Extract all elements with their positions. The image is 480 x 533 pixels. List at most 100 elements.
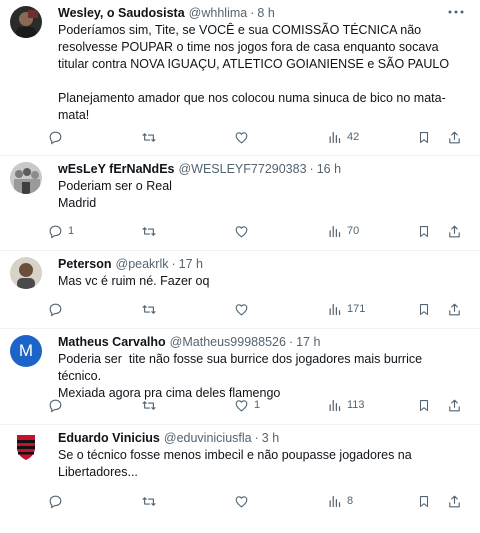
reply-icon (49, 303, 62, 316)
author-name[interactable]: Wesley, o Saudosista (58, 4, 185, 22)
author-handle[interactable]: @whhlima (189, 4, 248, 22)
avatar[interactable] (10, 257, 42, 289)
reply-icon (49, 495, 62, 508)
author-name[interactable]: Matheus Carvalho (58, 333, 166, 351)
analytics-icon (329, 131, 341, 143)
reply-count: 1 (68, 225, 75, 237)
author-name[interactable]: wEsLeY fErNaNdEs (58, 160, 174, 178)
bookmark-button[interactable] (417, 390, 447, 420)
share-icon (449, 399, 460, 411)
avatar-letter: M (18, 341, 34, 360)
tweet[interactable]: M Matheus Carvalho @Matheus99988526 · 17… (0, 329, 480, 425)
author-handle[interactable]: @peakrlk (116, 255, 169, 273)
separator-dot: · (288, 335, 294, 349)
like-button[interactable]: 1 (234, 390, 327, 420)
views-button[interactable]: 171 (327, 294, 417, 324)
heart-icon (235, 303, 248, 315)
bookmark-button[interactable] (417, 122, 447, 152)
timestamp[interactable]: 17 h (296, 333, 320, 351)
retweet-button[interactable] (141, 294, 234, 324)
reply-icon (49, 131, 62, 144)
views-button[interactable]: 8 (327, 486, 417, 516)
heart-icon (235, 399, 248, 411)
bookmark-button[interactable] (417, 486, 447, 516)
analytics-icon (329, 495, 341, 507)
author-handle[interactable]: @Matheus99988526 (170, 333, 286, 351)
separator-dot: · (171, 257, 176, 271)
view-count: 42 (347, 131, 360, 143)
tweet-text: Se o técnico fosse menos imbecil e não p… (58, 448, 412, 479)
like-button[interactable] (234, 294, 327, 324)
action-bar: 171 (48, 294, 467, 324)
author-handle[interactable]: @eduviniciusfla (164, 429, 252, 447)
tweet[interactable]: Wesley, o Saudosista @whhlima · 8 h Pode… (0, 0, 480, 156)
retweet-icon (142, 304, 156, 314)
share-icon (449, 303, 460, 315)
avatar[interactable] (10, 162, 42, 194)
share-button[interactable] (447, 216, 467, 246)
retweet-button[interactable] (141, 486, 234, 516)
timestamp[interactable]: 3 h (262, 429, 279, 447)
avatar[interactable] (10, 6, 42, 38)
share-icon (449, 495, 460, 507)
tweet-text: Poderiam ser o Real Madrid (58, 179, 172, 210)
heart-icon (235, 131, 248, 143)
reply-button[interactable]: 1 (48, 216, 141, 246)
tweet-text: Poderíamos sim, Tite, se VOCÊ e sua COMI… (58, 23, 450, 122)
timestamp[interactable]: 16 h (317, 160, 341, 178)
portrait-photo-icon (10, 257, 42, 289)
timestamp[interactable]: 17 h (179, 255, 203, 273)
tweet[interactable]: wEsLeY fErNaNdEs @WESLEYF77290383 · 16 h… (0, 156, 480, 251)
retweet-button[interactable] (141, 122, 234, 152)
bookmark-icon (419, 303, 429, 315)
more-options-icon[interactable] (446, 3, 466, 21)
action-bar: 8 (48, 486, 467, 516)
avatar[interactable] (10, 431, 42, 463)
reply-feed: Wesley, o Saudosista @whhlima · 8 h Pode… (0, 0, 480, 533)
like-button[interactable] (234, 122, 327, 152)
share-icon (449, 225, 460, 237)
view-count: 171 (347, 303, 366, 315)
tweet[interactable]: Peterson @peakrlk · 17 h Mas vc é ruim n… (0, 251, 480, 329)
like-button[interactable] (234, 486, 327, 516)
retweet-icon (142, 226, 156, 236)
heart-icon (235, 495, 248, 507)
share-button[interactable] (447, 294, 467, 324)
analytics-icon (329, 303, 341, 315)
reply-button[interactable] (48, 294, 141, 324)
share-button[interactable] (447, 122, 467, 152)
views-button[interactable]: 42 (327, 122, 417, 152)
like-count: 1 (254, 399, 261, 411)
views-button[interactable]: 113 (327, 390, 417, 420)
tweet[interactable]: Eduardo Vinicius @eduviniciusfla · 3 h S… (0, 425, 480, 533)
like-button[interactable] (234, 216, 327, 246)
retweet-icon (142, 400, 156, 410)
views-button[interactable]: 70 (327, 216, 417, 246)
heart-icon (235, 225, 248, 237)
author-handle[interactable]: @WESLEYF77290383 (178, 160, 306, 178)
view-count: 8 (347, 495, 354, 507)
avatar[interactable]: M (10, 335, 42, 367)
bookmark-icon (419, 399, 429, 411)
share-button[interactable] (447, 390, 467, 420)
author-name[interactable]: Eduardo Vinicius (58, 429, 160, 447)
retweet-button[interactable] (141, 216, 234, 246)
action-bar: 1 113 (48, 390, 467, 420)
bookmark-button[interactable] (417, 216, 447, 246)
separator-dot: · (250, 6, 255, 20)
reply-button[interactable] (48, 486, 141, 516)
analytics-icon (329, 225, 341, 237)
reply-button[interactable] (48, 390, 141, 420)
author-name[interactable]: Peterson (58, 255, 112, 273)
action-bar: 42 (48, 122, 467, 152)
bookmark-button[interactable] (417, 294, 447, 324)
dark-portrait-icon (10, 6, 42, 38)
reply-icon (49, 399, 62, 412)
timestamp[interactable]: 8 h (257, 4, 274, 22)
retweet-button[interactable] (141, 390, 234, 420)
separator-dot: · (309, 162, 314, 176)
share-button[interactable] (447, 486, 467, 516)
reply-button[interactable] (48, 122, 141, 152)
bookmark-icon (419, 495, 429, 507)
bookmark-icon (419, 131, 429, 143)
